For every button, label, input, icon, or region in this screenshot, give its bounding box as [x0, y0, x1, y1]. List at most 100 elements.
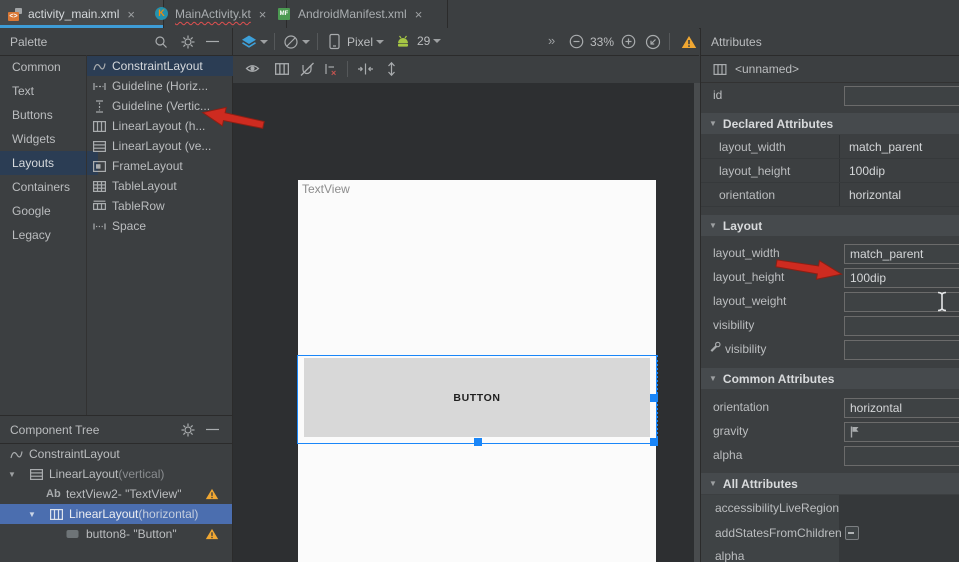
- layout-section-header[interactable]: ▼ Layout: [701, 215, 959, 236]
- palette-item-linearlayout-horizontal[interactable]: LinearLayout (h...: [87, 116, 239, 136]
- palette-category-text[interactable]: Text: [0, 79, 98, 103]
- tree-node-button8[interactable]: button8- "Button": [0, 524, 232, 544]
- palette-category-layouts[interactable]: Layouts: [0, 151, 98, 175]
- alpha-input[interactable]: [844, 446, 959, 466]
- device-canvas[interactable]: TextView BUTTON: [298, 180, 656, 562]
- hide-panel-icon[interactable]: [206, 40, 219, 43]
- attr-row-layout-height[interactable]: layout_height 100dip: [701, 159, 959, 183]
- zoom-out-button[interactable]: [569, 34, 584, 49]
- tab-label: activity_main.xml: [28, 7, 119, 21]
- constraintlayout-icon: [93, 60, 106, 73]
- close-icon[interactable]: ×: [127, 7, 135, 22]
- component-name: <unnamed>: [735, 62, 799, 76]
- layout-height-input[interactable]: 100dip: [844, 268, 959, 288]
- phone-icon: [329, 33, 340, 50]
- indeterminate-checkbox[interactable]: [845, 526, 859, 540]
- palette-item-framelayout[interactable]: FrameLayout: [87, 156, 239, 176]
- attr-label: id: [713, 88, 722, 102]
- expand-vertical-icon[interactable]: [385, 61, 398, 77]
- framelayout-icon: [93, 160, 106, 173]
- autoconnect-off-icon[interactable]: [299, 61, 315, 77]
- palette-category-containers[interactable]: Containers: [0, 175, 98, 199]
- tablelayout-icon: [93, 180, 106, 193]
- palette-category-legacy[interactable]: Legacy: [0, 223, 98, 247]
- gear-icon[interactable]: [181, 423, 195, 437]
- design-surface[interactable]: TextView BUTTON: [233, 83, 699, 562]
- default-margins-icon[interactable]: [357, 62, 374, 76]
- orientation-icon[interactable]: [275, 62, 289, 76]
- api-level-label: 29: [417, 34, 430, 48]
- device-select-button[interactable]: Pixel: [329, 33, 384, 50]
- hide-panel-icon[interactable]: [206, 428, 219, 431]
- palette-item-guideline-vertical[interactable]: Guideline (Vertic...: [87, 96, 239, 116]
- chevron-down-icon: [376, 40, 384, 44]
- tree-node-constraintlayout[interactable]: ConstraintLayout: [0, 444, 232, 464]
- resize-handle-right[interactable]: [650, 394, 658, 402]
- all-attributes-section-header[interactable]: ▼ All Attributes: [701, 473, 959, 494]
- tab-activity-main-xml[interactable]: <> activity_main.xml ×: [0, 0, 164, 28]
- clear-constraints-icon[interactable]: ×: [323, 61, 340, 77]
- resize-handle-bottom[interactable]: [474, 438, 482, 446]
- palette-category-buttons[interactable]: Buttons: [0, 103, 98, 127]
- api-select-button[interactable]: 29: [395, 34, 441, 48]
- close-icon[interactable]: ×: [259, 7, 267, 22]
- palette-item-space[interactable]: Space: [87, 216, 239, 236]
- search-icon[interactable]: [154, 35, 168, 49]
- palette-item-tablelayout[interactable]: TableLayout: [87, 176, 239, 196]
- tab-label: MainActivity.kt: [175, 7, 251, 21]
- canvas-textview[interactable]: TextView: [302, 182, 350, 196]
- design-editor: Pixel 29 » 33%: [233, 28, 699, 562]
- attr-row-orientation[interactable]: orientation horizontal: [701, 183, 959, 207]
- chevron-down-icon: [302, 40, 310, 44]
- tree-node-linearlayout-horizontal[interactable]: ▼ LinearLayout(horizontal): [0, 504, 232, 524]
- tablerow-icon: [93, 200, 106, 213]
- layout-weight-input[interactable]: [844, 292, 959, 312]
- attr-row-alpha[interactable]: alpha: [701, 545, 959, 562]
- space-icon: [93, 220, 106, 233]
- tab-androidmanifest-xml[interactable]: MF AndroidManifest.xml ×: [270, 0, 448, 28]
- id-input[interactable]: [844, 86, 959, 106]
- palette-category-widgets[interactable]: Widgets: [0, 127, 98, 151]
- collapse-arrow-icon: ▼: [709, 119, 717, 128]
- palette-item-linearlayout-vertical[interactable]: LinearLayout (ve...: [87, 136, 239, 156]
- collapse-arrow-icon[interactable]: ▼: [28, 504, 36, 524]
- visibility-input[interactable]: [844, 316, 959, 336]
- layout-file-icon: <>: [8, 7, 22, 21]
- toolbar-overflow-chevrons[interactable]: »: [548, 33, 555, 48]
- kotlin-file-icon: K: [155, 7, 169, 21]
- collapse-arrow-icon[interactable]: ▼: [8, 464, 16, 484]
- attr-row-layout-width[interactable]: layout_width match_parent: [701, 135, 959, 159]
- theme-select-button[interactable]: [283, 34, 310, 50]
- palette-panel: Palette Common Text Buttons Widgets Layo…: [0, 28, 233, 562]
- layers-select-button[interactable]: [241, 34, 268, 49]
- gear-icon[interactable]: [181, 35, 195, 49]
- view-options-button[interactable]: [245, 62, 260, 75]
- selection-rect: [297, 355, 657, 444]
- android-icon: [395, 35, 411, 47]
- tree-node-linearlayout-vertical[interactable]: ▼ LinearLayout(vertical): [0, 464, 232, 484]
- palette-item-tablerow[interactable]: TableRow: [87, 196, 239, 216]
- gravity-input[interactable]: [844, 422, 959, 442]
- tree-node-textview2[interactable]: Ab textView2- "TextView": [0, 484, 232, 504]
- declared-attributes-section-header[interactable]: ▼ Declared Attributes: [701, 113, 959, 134]
- attr-row-addstatesfromchildren[interactable]: addStatesFromChildren: [701, 520, 959, 545]
- orientation-input[interactable]: horizontal: [844, 398, 959, 418]
- zoom-in-button[interactable]: [621, 34, 636, 49]
- constraintlayout-icon: [10, 444, 23, 464]
- tab-mainactivity-kt[interactable]: K MainActivity.kt ×: [147, 0, 287, 28]
- palette-category-common[interactable]: Common: [0, 55, 98, 79]
- common-attributes-section-header[interactable]: ▼ Common Attributes: [701, 368, 959, 389]
- close-icon[interactable]: ×: [415, 7, 423, 22]
- selected-component-row: <unnamed>: [701, 56, 959, 83]
- wrench-icon: [709, 341, 721, 353]
- layout-width-input[interactable]: match_parent: [844, 244, 959, 264]
- palette-item-constraintlayout[interactable]: ConstraintLayout: [87, 56, 239, 76]
- zoom-to-fit-button[interactable]: [645, 34, 661, 50]
- layers-icon: [241, 34, 257, 49]
- palette-item-guideline-horizontal[interactable]: Guideline (Horiz...: [87, 76, 239, 96]
- warning-count-button[interactable]: [681, 35, 697, 49]
- tools-visibility-input[interactable]: [844, 340, 959, 360]
- resize-handle-bottom-right[interactable]: [650, 438, 658, 446]
- attr-row-accessibilityliveregion[interactable]: accessibilityLiveRegion: [701, 495, 959, 520]
- palette-category-google[interactable]: Google: [0, 199, 98, 223]
